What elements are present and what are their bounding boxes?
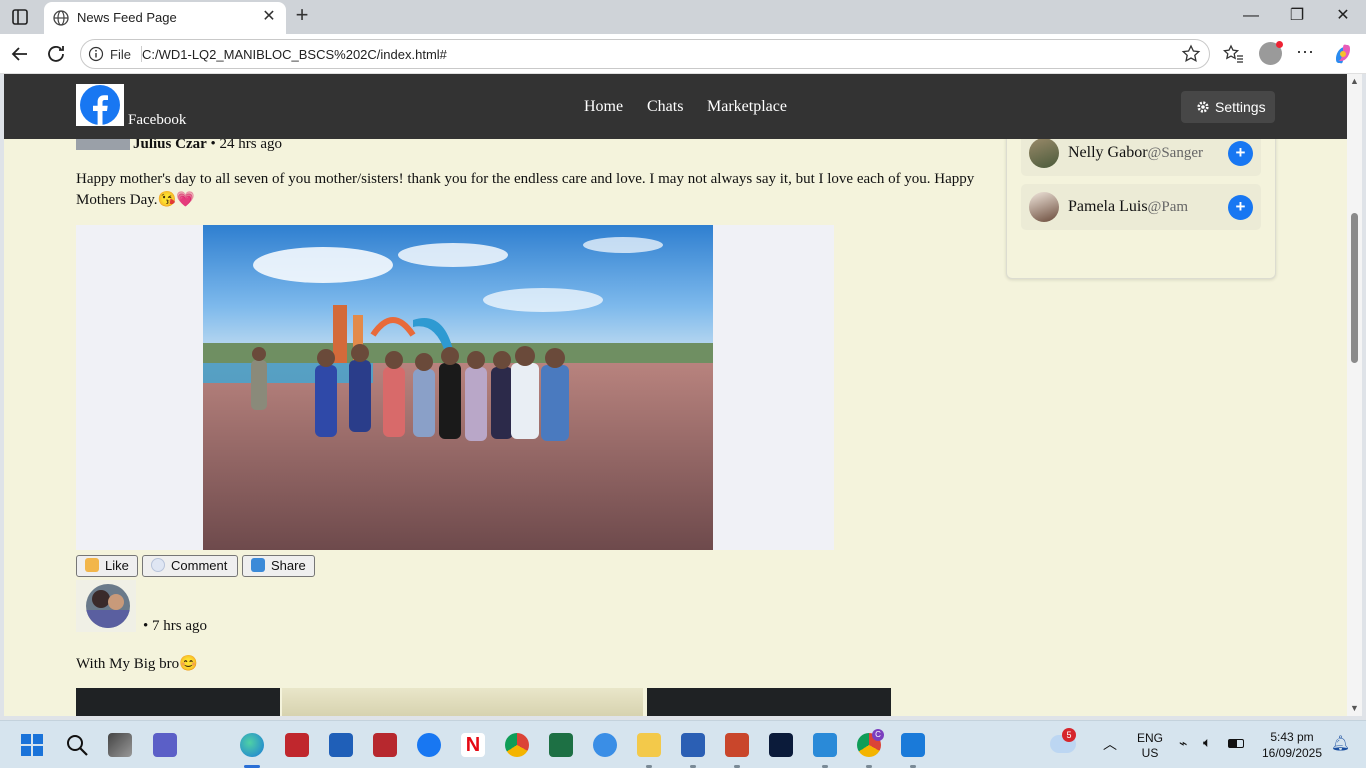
tab-actions-icon[interactable]: [10, 7, 30, 27]
region-code[interactable]: US: [1136, 746, 1164, 760]
sync-app-icon[interactable]: [593, 733, 617, 757]
add-friend-button[interactable]: +: [1228, 195, 1253, 220]
comment-label: Comment: [171, 558, 228, 573]
suggestion-row: Pamela Luis@Pam +: [1021, 184, 1261, 230]
group-photo-image: [203, 225, 713, 550]
suggestion-name[interactable]: Pamela Luis@Pam: [1068, 198, 1188, 216]
share-button[interactable]: Share: [242, 555, 315, 577]
page-scrollbar[interactable]: ▲ ▼: [1347, 74, 1362, 716]
url-text[interactable]: C:/WD1-LQ2_MANIBLOC_BSCS%202C/index.html…: [142, 47, 447, 62]
file-explorer-icon[interactable]: [637, 733, 661, 757]
suggestion-name[interactable]: Nelly Gabor@Sanger: [1068, 144, 1203, 162]
close-tab-icon[interactable]: ✕: [260, 8, 278, 26]
suggestion-handle: @Sanger: [1147, 145, 1203, 161]
close-window-icon[interactable]: ✕: [1320, 0, 1366, 32]
browser-toolbar: File C:/WD1-LQ2_MANIBLOC_BSCS%202C/index…: [0, 34, 1366, 74]
chrome-icon[interactable]: [505, 733, 529, 757]
share-icon: [251, 558, 265, 572]
vscode-icon[interactable]: [813, 733, 837, 757]
refresh-icon[interactable]: [44, 42, 68, 66]
post2-author-avatar[interactable]: [76, 580, 136, 632]
like-label: Like: [105, 558, 129, 573]
clock-time[interactable]: 5:43 pm: [1258, 730, 1326, 744]
tab-title: News Feed Page: [77, 10, 177, 25]
powerpoint-icon[interactable]: [725, 733, 749, 757]
favorites-icon[interactable]: [1223, 43, 1245, 65]
scroll-down-icon[interactable]: ▼: [1349, 703, 1360, 714]
profile-avatar[interactable]: [1259, 41, 1283, 65]
chevron-up-icon[interactable]: ︿: [1103, 734, 1117, 754]
gear-icon: [1197, 101, 1209, 113]
volume-icon[interactable]: 🔈︎: [1203, 734, 1211, 751]
minimize-icon[interactable]: —: [1228, 0, 1274, 32]
scroll-thumb[interactable]: [1351, 213, 1358, 363]
windows-start-icon[interactable]: [20, 733, 44, 757]
teams-icon[interactable]: [153, 733, 177, 757]
store-icon[interactable]: [329, 733, 353, 757]
facebook-logo-icon: [80, 85, 120, 125]
post2-text: With My Big bro😊: [76, 656, 198, 672]
battery-icon[interactable]: [1228, 739, 1244, 748]
word-icon[interactable]: [681, 733, 705, 757]
mcafee-icon[interactable]: [285, 733, 309, 757]
windows-taskbar: N C 5 ︿ ENG US ⌁ 🔈︎ 5:43 pm 16/09/2025 🔔…: [0, 720, 1366, 768]
browser-tab[interactable]: News Feed Page ✕: [44, 2, 286, 34]
globe-icon: [53, 10, 69, 26]
task-view-icon[interactable]: [108, 733, 132, 757]
post2-time: • 7 hrs ago: [143, 618, 207, 634]
nav-marketplace[interactable]: Marketplace: [707, 98, 787, 116]
post2-photo-1[interactable]: [76, 688, 280, 716]
nav-chats[interactable]: Chats: [647, 98, 683, 116]
post2-photo-3[interactable]: [647, 688, 891, 716]
more-options-icon[interactable]: ⋯: [1296, 42, 1315, 63]
weather-badge: 5: [1062, 728, 1076, 742]
thumbs-up-icon: [85, 558, 99, 572]
copilot-icon[interactable]: [1332, 43, 1354, 65]
post2-photo-2[interactable]: [282, 688, 643, 716]
notification-bell-icon[interactable]: 🔔︎: [1331, 734, 1350, 752]
photos-icon[interactable]: [901, 733, 925, 757]
settings-label: Settings: [1215, 99, 1266, 115]
new-tab-icon[interactable]: +: [290, 4, 314, 28]
network-icon[interactable]: ⌁: [1179, 735, 1187, 752]
language-code[interactable]: ENG: [1136, 731, 1164, 745]
like-button[interactable]: Like: [76, 555, 138, 577]
post-photo-frame: [76, 225, 834, 550]
favorite-star-icon[interactable]: [1181, 44, 1201, 64]
facebook-app-icon[interactable]: [417, 733, 441, 757]
post-photo[interactable]: [203, 225, 713, 550]
search-icon[interactable]: [65, 733, 89, 757]
avatar[interactable]: [1029, 138, 1059, 168]
site-header: Facebook Home Chats Marketplace Settings: [4, 74, 1347, 139]
add-friend-button[interactable]: +: [1228, 141, 1253, 166]
edge-browser-icon[interactable]: [240, 733, 264, 757]
avatar[interactable]: [1029, 192, 1059, 222]
post-text: Happy mother's day to all seven of you m…: [76, 171, 975, 208]
nav-home[interactable]: Home: [584, 98, 623, 116]
share-label: Share: [271, 558, 306, 573]
page-viewport: Julius Czar • 24 hrs ago Happy mother's …: [4, 74, 1347, 716]
settings-button[interactable]: Settings: [1181, 91, 1275, 123]
speech-bubble-icon: [151, 558, 165, 572]
scroll-up-icon[interactable]: ▲: [1349, 76, 1360, 87]
avatar: [86, 584, 130, 628]
webex-icon[interactable]: [769, 733, 793, 757]
back-icon[interactable]: [8, 42, 32, 66]
clock-date[interactable]: 16/09/2025: [1256, 746, 1328, 760]
facebook-logo[interactable]: [76, 84, 124, 126]
address-bar[interactable]: File C:/WD1-LQ2_MANIBLOC_BSCS%202C/index…: [80, 39, 1210, 69]
netflix-icon[interactable]: N: [461, 733, 485, 757]
suggestion-handle: @Pam: [1147, 199, 1189, 215]
restore-icon[interactable]: ❐: [1274, 0, 1320, 32]
brand-name: Facebook: [128, 112, 187, 128]
access-icon[interactable]: [373, 733, 397, 757]
comment-button[interactable]: Comment: [142, 555, 238, 577]
excel-icon[interactable]: [549, 733, 573, 757]
chrome-profile-badge: C: [872, 729, 884, 741]
browser-tab-bar: News Feed Page ✕ + — ❐ ✕: [0, 0, 1366, 34]
scheme-label: File: [110, 47, 131, 62]
info-icon[interactable]: [88, 46, 104, 62]
